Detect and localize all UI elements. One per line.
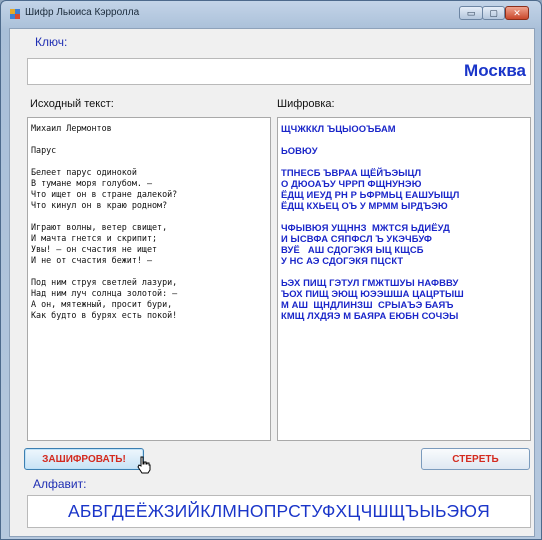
hand-cursor-icon — [137, 456, 151, 474]
alphabet-label: Алфавит: — [33, 477, 87, 491]
main-window: Шифр Льюиса Кэрролла ▭ ▢ ✕ Ключ: Москва … — [0, 0, 542, 540]
window-title: Шифр Льюиса Кэрролла — [25, 7, 140, 18]
encrypt-button[interactable]: ЗАШИФРОВАТЬ! — [24, 448, 144, 470]
cipher-text: ЩЧЖККЛ ЪЦЫООЪБАМ ЬОВЮУ ТПНЕСБ ЪВРАА ЩЁЙЪ… — [281, 123, 464, 321]
alphabet-value: АБВГДЕЁЖЗИЙКЛМНОПРСТУФХЦЧШЩЪЫЬЭЮЯ — [67, 501, 491, 521]
maximize-button[interactable]: ▢ — [482, 6, 505, 20]
title-bar[interactable]: Шифр Льюиса Кэрролла ▭ ▢ ✕ — [1, 1, 541, 27]
key-value: Москва — [464, 61, 526, 80]
key-label: Ключ: — [35, 35, 68, 49]
form-client-area: Ключ: Москва Исходный текст: Шифровка: М… — [9, 28, 535, 537]
clear-button[interactable]: СТЕРЕТЬ — [421, 448, 530, 470]
cipher-textarea[interactable]: ЩЧЖККЛ ЪЦЫООЪБАМ ЬОВЮУ ТПНЕСБ ЪВРАА ЩЁЙЪ… — [277, 117, 531, 441]
key-input[interactable]: Москва — [27, 58, 531, 85]
close-button[interactable]: ✕ — [505, 6, 529, 20]
source-text: Михаил Лермонтов Парус Белеет парус один… — [31, 123, 178, 320]
app-icon — [10, 9, 20, 19]
cipher-text-label: Шифровка: — [277, 98, 335, 110]
alphabet-field[interactable]: АБВГДЕЁЖЗИЙКЛМНОПРСТУФХЦЧШЩЪЫЬЭЮЯ — [27, 495, 531, 528]
minimize-button[interactable]: ▭ — [459, 6, 483, 20]
source-text-label: Исходный текст: — [30, 98, 114, 110]
source-textarea[interactable]: Михаил Лермонтов Парус Белеет парус один… — [27, 117, 271, 441]
